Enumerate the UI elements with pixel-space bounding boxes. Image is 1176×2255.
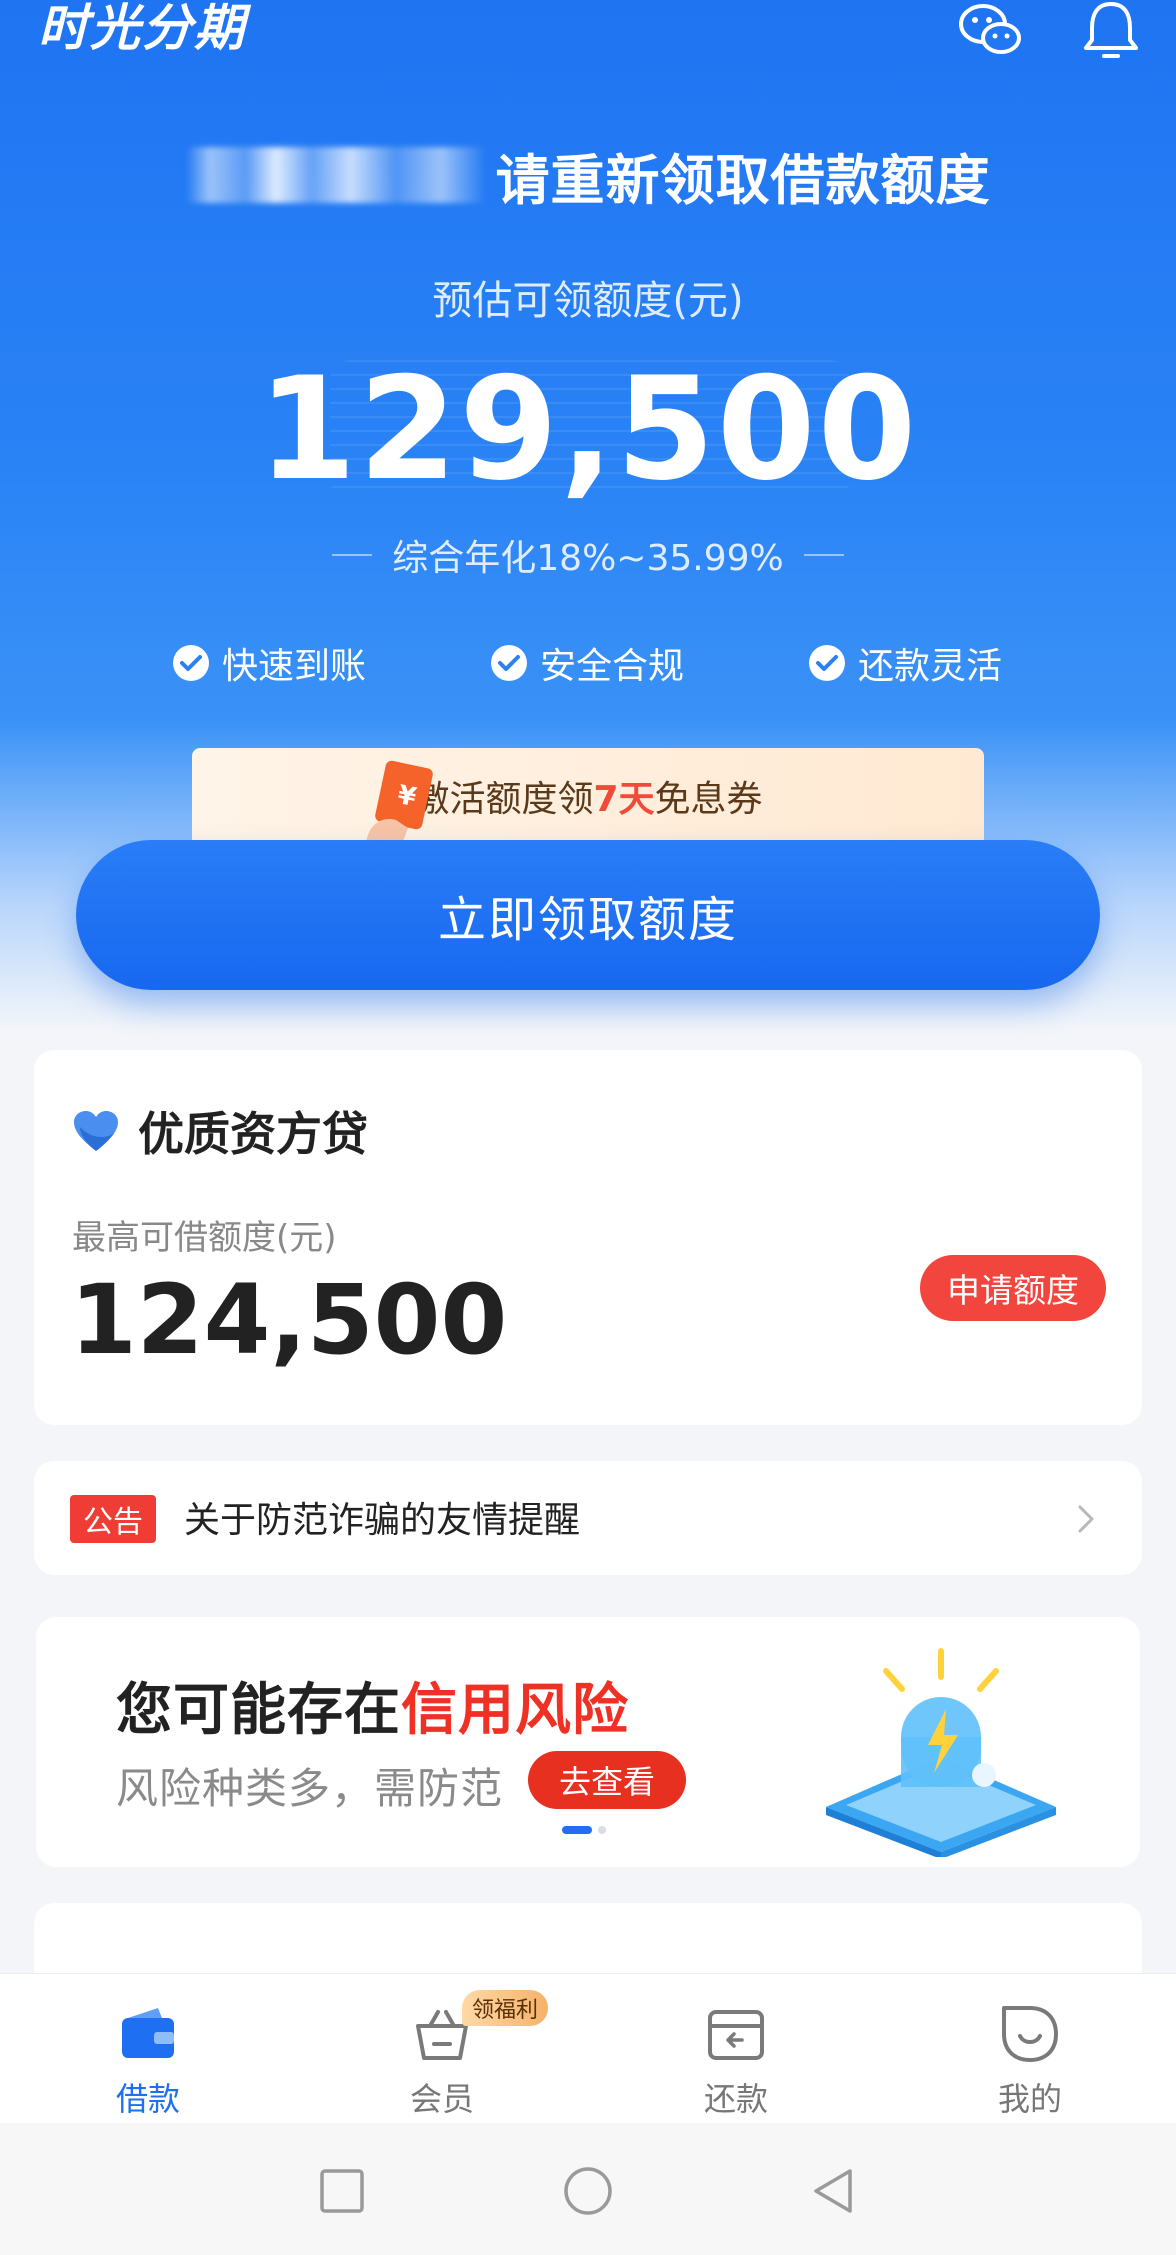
check-circle-icon: [491, 645, 527, 681]
feature-label: 快速到账: [222, 646, 367, 687]
home-icon[interactable]: [558, 2161, 618, 2221]
welfare-badge: 领福利: [462, 1990, 549, 2026]
risk-subtitle: 风险种类多，需防范: [116, 1764, 504, 1813]
quota-label: 预估可领额度(元): [432, 278, 744, 324]
tab-label: 我的: [997, 2080, 1062, 2118]
divider: [803, 554, 844, 556]
app-logo: 时光分期: [38, 0, 246, 57]
claim-quota-button[interactable]: 立即领取额度: [76, 840, 1100, 990]
tab-member[interactable]: 领福利 会员: [362, 1974, 549, 2124]
carousel-dot-active: [562, 1826, 592, 1834]
rate-text: 综合年化18%~35.99%: [392, 538, 784, 579]
check-circle-icon: [809, 645, 845, 681]
feature-list: 快速到账 安全合规 还款灵活: [0, 635, 1176, 691]
chevron-right-icon: [1078, 1505, 1094, 1533]
repay-card-icon: [708, 2010, 764, 2060]
headline: 请重新领取借款额度: [495, 148, 991, 212]
loan-subtitle: 最高可借额度(元): [72, 1218, 337, 1258]
smile-icon: [1002, 2006, 1058, 2062]
wechat-icon[interactable]: [955, 0, 1025, 60]
notice-bar[interactable]: 公告 关于防范诈骗的友情提醒: [34, 1461, 1142, 1575]
recent-apps-icon[interactable]: [312, 2161, 372, 2221]
coupon-ticket-icon: ¥: [366, 760, 433, 844]
bottom-tab-bar: 借款 领福利 会员 还款 我的: [0, 1973, 1176, 2123]
loan-title-row: 优质资方贷: [72, 1098, 368, 1164]
view-risk-button[interactable]: 去查看: [528, 1751, 686, 1809]
tab-mine[interactable]: 我的: [950, 1974, 1110, 2124]
tab-loan[interactable]: 借款: [68, 1974, 228, 2124]
quota-amount: 129,500: [257, 347, 919, 512]
loan-title: 优质资方贷: [138, 1107, 368, 1161]
back-icon[interactable]: [804, 2161, 864, 2221]
tab-label: 借款: [115, 2080, 180, 2118]
wallet-icon: [122, 2008, 174, 2058]
loan-amount: 124,500: [70, 1264, 508, 1376]
coupon-text: 激活额度领7天免息券: [413, 779, 763, 820]
bell-icon[interactable]: [1076, 0, 1146, 60]
system-navigation-bar: [0, 2123, 1176, 2255]
tab-repay[interactable]: 还款: [656, 1974, 816, 2124]
feature-item: 安全合规: [490, 635, 684, 691]
feature-label: 安全合规: [540, 646, 685, 687]
tab-label: 会员: [409, 2080, 474, 2118]
carousel-dot: [598, 1826, 606, 1834]
rate-row: 综合年化18%~35.99%: [0, 530, 1176, 580]
loan-card[interactable]: 优质资方贷 最高可借额度(元) 124,500 申请额度: [34, 1050, 1142, 1425]
alarm-lamp-icon: [826, 1648, 1056, 1857]
masked-user-name: [185, 147, 486, 203]
feature-label: 还款灵活: [858, 646, 1003, 687]
carousel-indicator: [562, 1826, 606, 1834]
headline-row: 请重新领取借款额度: [0, 140, 1176, 212]
feature-item: 还款灵活: [808, 635, 1002, 691]
feature-item: 快速到账: [172, 635, 366, 691]
coupon-banner[interactable]: ¥ 激活额度领7天免息券: [192, 748, 984, 844]
check-circle-icon: [173, 645, 209, 681]
notice-badge: 公告: [70, 1495, 156, 1543]
risk-title: 您可能存在信用风险: [116, 1678, 629, 1743]
apply-quota-button[interactable]: 申请额度: [920, 1255, 1106, 1321]
heart-icon: [74, 1111, 118, 1151]
credit-risk-banner[interactable]: 您可能存在信用风险 风险种类多，需防范 去查看: [36, 1617, 1140, 1867]
notice-text: 关于防范诈骗的友情提醒: [184, 1500, 581, 1541]
divider: [332, 554, 373, 556]
tab-label: 还款: [703, 2080, 768, 2118]
